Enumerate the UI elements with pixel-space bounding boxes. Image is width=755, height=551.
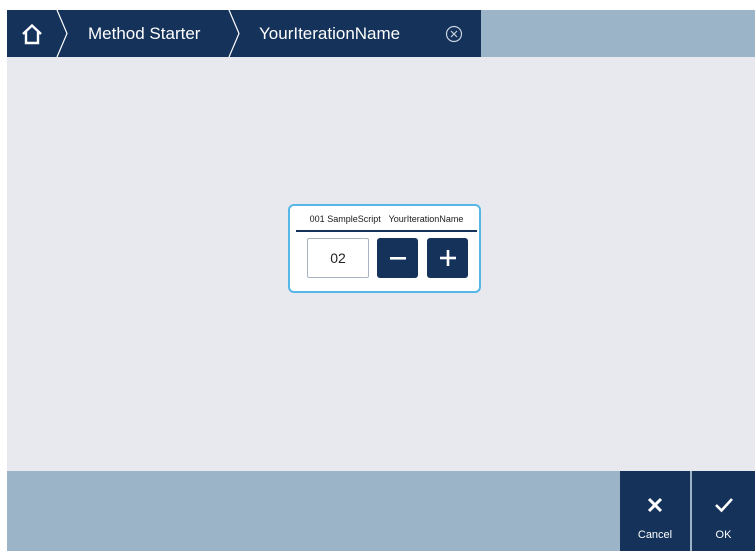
breadcrumb-separator — [56, 10, 68, 57]
ok-label: OK — [715, 529, 732, 541]
home-icon — [22, 23, 42, 44]
script-id: 001 — [309, 214, 325, 224]
iteration-value-field[interactable]: 02 — [307, 238, 369, 278]
cancel-button[interactable]: Cancel — [620, 471, 690, 551]
decrement-button[interactable] — [377, 238, 418, 278]
dialog-title: 001 SampleScript YourIterationName — [296, 214, 477, 224]
breadcrumb: Method Starter YourIterationName — [7, 10, 481, 57]
header-bar: Method Starter YourIterationName — [7, 10, 755, 57]
breadcrumb-iteration-name[interactable]: YourIterationName — [259, 10, 400, 57]
title-divider — [296, 230, 477, 232]
x-icon — [647, 497, 663, 513]
checkmark-icon — [714, 498, 733, 513]
close-circle-icon[interactable] — [445, 25, 463, 43]
breadcrumb-method-starter[interactable]: Method Starter — [88, 10, 200, 57]
script-name: SampleScript — [327, 214, 381, 224]
cancel-label: Cancel — [637, 529, 673, 541]
iteration-name: YourIterationName — [388, 214, 464, 224]
increment-button[interactable] — [427, 238, 468, 278]
app-window: Method Starter YourIterationName 001 Sam… — [7, 10, 755, 551]
breadcrumb-separator — [228, 10, 240, 57]
minus-icon — [389, 257, 406, 260]
iteration-dialog: 001 SampleScript YourIterationName 02 — [288, 204, 481, 293]
action-bar: Cancel OK — [7, 471, 755, 551]
plus-icon — [439, 250, 456, 266]
home-button[interactable] — [7, 10, 57, 57]
ok-button[interactable]: OK — [692, 471, 755, 551]
